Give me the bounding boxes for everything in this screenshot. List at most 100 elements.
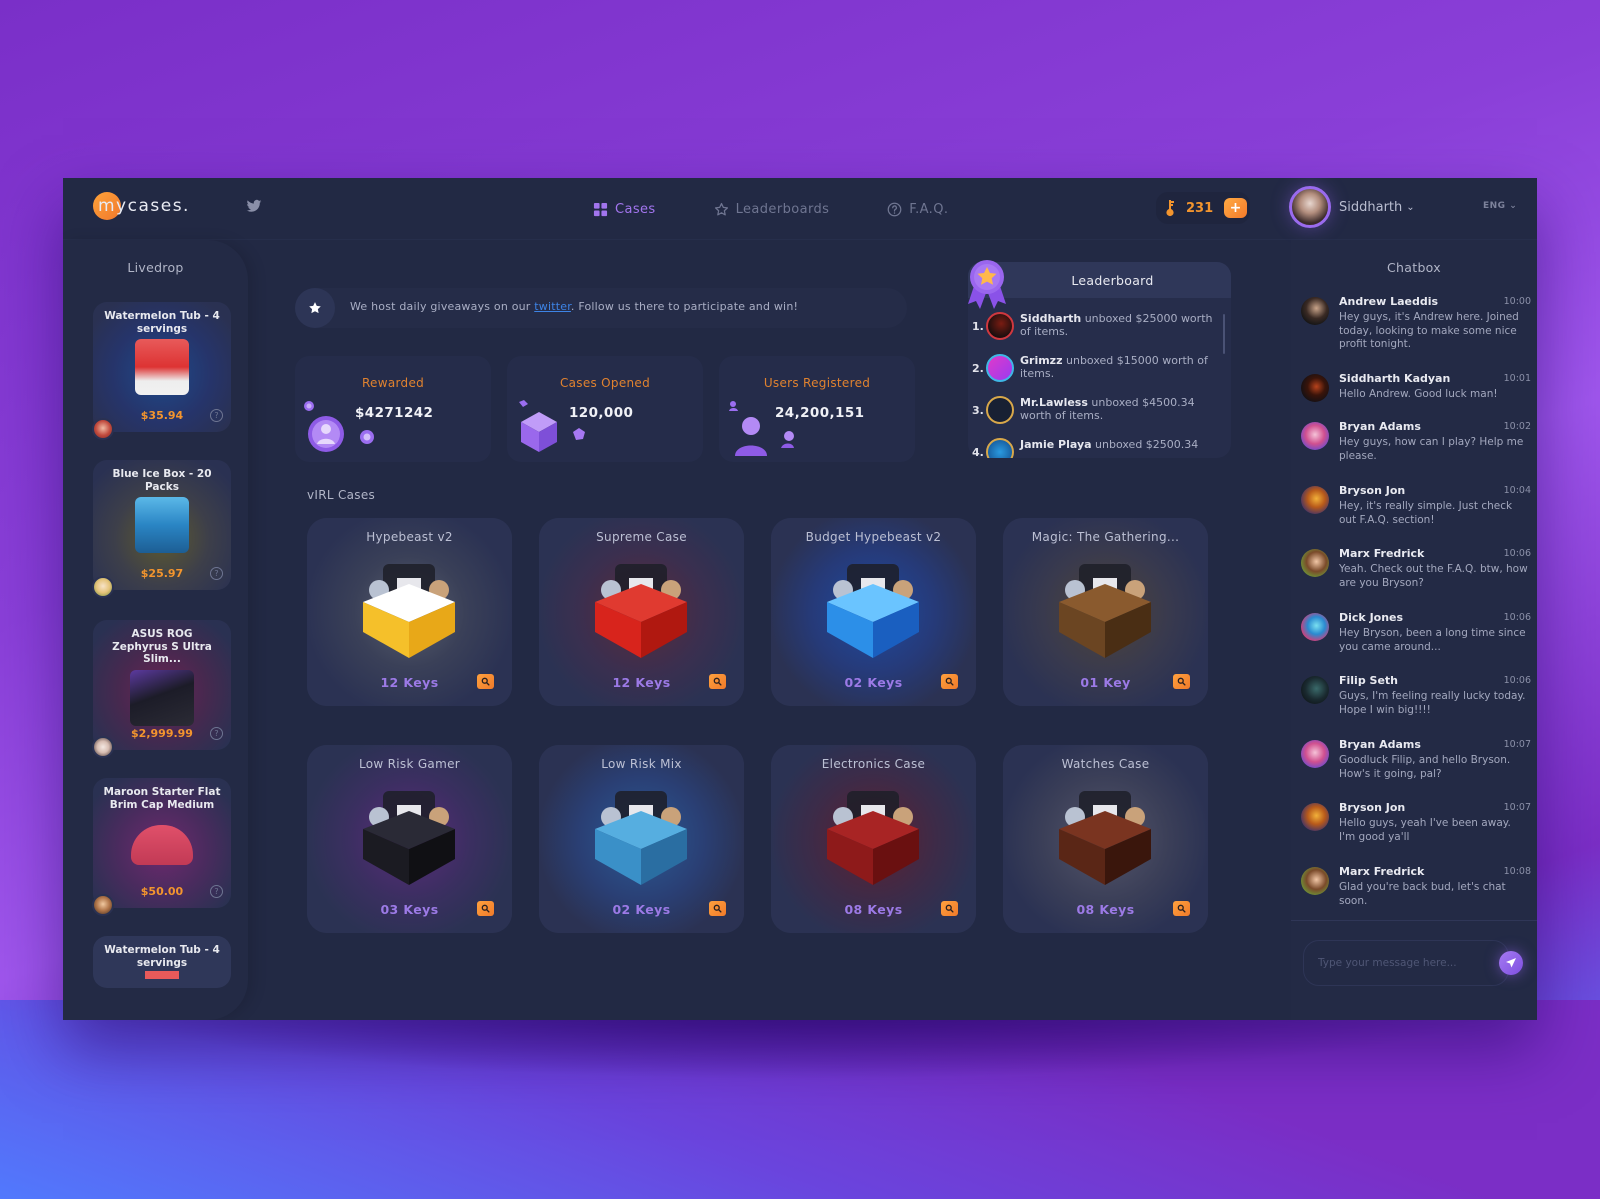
product-image <box>135 339 189 395</box>
chat-username[interactable]: Siddharth Kadyan <box>1339 372 1450 385</box>
leaderboard-avatar <box>986 438 1014 458</box>
chat-username[interactable]: Filip Seth <box>1339 674 1398 687</box>
banner-text-before: We host daily giveaways on our <box>350 300 535 313</box>
case-preview-button[interactable] <box>709 674 726 689</box>
livedrop-item[interactable]: Watermelon Tub - 4 servings $35.94 ? <box>92 302 231 440</box>
chat-avatar[interactable] <box>1301 803 1329 831</box>
nav-leaderboards[interactable]: Leaderboards <box>714 202 830 217</box>
chat-username[interactable]: Bryan Adams <box>1339 738 1421 751</box>
livedrop-title: Livedrop <box>127 260 184 275</box>
chat-text: Guys, I'm feeling really lucky today. Ho… <box>1339 690 1526 716</box>
help-icon[interactable]: ? <box>210 727 223 740</box>
case-box-image <box>595 791 687 885</box>
nav-faq[interactable]: F.A.Q. <box>887 202 948 217</box>
livedrop-item[interactable]: Maroon Starter Flat Brim Cap Medium $50.… <box>92 778 231 916</box>
user-menu[interactable]: Siddharth ⌄ <box>1289 186 1415 228</box>
magnifier-icon <box>481 904 490 913</box>
magnifier-icon <box>945 904 954 913</box>
nav-faq-label: F.A.Q. <box>909 201 949 217</box>
case-card[interactable]: Magic: The Gathering... 01 Key <box>1003 518 1208 706</box>
chat-avatar[interactable] <box>1301 374 1329 402</box>
add-coins-button[interactable]: + <box>1224 198 1247 218</box>
chat-timestamp: 10:08 <box>1503 866 1531 877</box>
case-preview-button[interactable] <box>941 674 958 689</box>
leaderboard-scrollbar[interactable] <box>1223 314 1225 354</box>
chat-avatar[interactable] <box>1301 422 1329 450</box>
case-card[interactable]: Hypebeast v2 12 Keys <box>307 518 512 706</box>
help-icon[interactable]: ? <box>210 409 223 422</box>
chat-username[interactable]: Marx Fredrick <box>1339 547 1424 560</box>
twitter-link[interactable]: twitter <box>534 300 571 313</box>
case-preview-button[interactable] <box>941 901 958 916</box>
star-icon <box>309 302 321 314</box>
product-image <box>131 825 193 865</box>
chat-message-input[interactable] <box>1303 940 1509 986</box>
case-card[interactable]: Watches Case 08 Keys <box>1003 745 1208 933</box>
main-nav: Cases Leaderboards F.A.Q. <box>593 178 948 240</box>
chat-avatar[interactable] <box>1301 613 1329 641</box>
send-message-button[interactable] <box>1499 951 1523 975</box>
chat-timestamp: 10:02 <box>1503 421 1531 432</box>
chat-text: Hey, it's really simple. Just check out … <box>1339 500 1513 526</box>
case-preview-button[interactable] <box>477 674 494 689</box>
logo[interactable]: mycases. <box>93 192 190 220</box>
leaderboard-row[interactable]: 1. Siddharth unboxed $25000 worth of ite… <box>968 312 1231 348</box>
case-card[interactable]: Budget Hypebeast v2 02 Keys <box>771 518 976 706</box>
livedrop-item-name: Blue Ice Box - 20 Packs <box>112 468 212 493</box>
chat-username[interactable]: Bryson Jon <box>1339 484 1405 497</box>
help-icon[interactable]: ? <box>210 885 223 898</box>
case-card[interactable]: Electronics Case 08 Keys <box>771 745 976 933</box>
leaderboard-row[interactable]: 4. Jamie Playa unboxed $2500.34 <box>968 438 1231 458</box>
language-selector[interactable]: ENG ⌄ <box>1483 201 1517 211</box>
case-box-image <box>1059 564 1151 658</box>
leaderboard-row[interactable]: 3. Mr.Lawless unboxed $4500.34 worth of … <box>968 396 1231 432</box>
chat-username[interactable]: Dick Jones <box>1339 611 1403 624</box>
chat-text: Goodluck Filip, and hello Bryson. How's … <box>1339 754 1511 780</box>
case-preview-button[interactable] <box>477 901 494 916</box>
magnifier-icon <box>713 677 722 686</box>
chat-username[interactable]: Bryson Jon <box>1339 801 1405 814</box>
chat-username[interactable]: Marx Fredrick <box>1339 865 1424 878</box>
chat-username[interactable]: Bryan Adams <box>1339 420 1421 433</box>
chat-timestamp: 10:04 <box>1503 485 1531 496</box>
leaderboard-avatar <box>986 312 1014 340</box>
chat-username[interactable]: Andrew Laeddis <box>1339 295 1438 308</box>
case-name: Low Risk Mix <box>601 757 682 771</box>
leaderboard-name: Siddharth <box>1020 312 1082 325</box>
help-icon[interactable]: ? <box>210 567 223 580</box>
chat-avatar[interactable] <box>1301 676 1329 704</box>
chat-avatar[interactable] <box>1301 867 1329 895</box>
stat-users-registered: Users Registered 24,200,151 <box>719 356 915 462</box>
chat-avatar[interactable] <box>1301 486 1329 514</box>
case-card[interactable]: Supreme Case 12 Keys <box>539 518 744 706</box>
case-name: Low Risk Gamer <box>359 757 460 771</box>
send-icon <box>1506 958 1516 968</box>
case-card[interactable]: Low Risk Gamer 03 Keys <box>307 745 512 933</box>
user-avatar[interactable] <box>1289 186 1331 228</box>
chat-timestamp: 10:06 <box>1503 612 1531 623</box>
nav-cases-label: Cases <box>615 201 656 217</box>
chat-avatar[interactable] <box>1301 549 1329 577</box>
chat-timestamp: 10:01 <box>1503 373 1531 384</box>
twitter-icon[interactable] <box>246 198 262 214</box>
leaderboard-avatar <box>986 396 1014 424</box>
chat-text: Glad you're back bud, let's chat soon. <box>1339 881 1506 907</box>
livedrop-item[interactable]: ASUS ROG Zephyrus S Ultra Slim... $2,999… <box>92 620 231 758</box>
case-name: Watches Case <box>1061 757 1150 771</box>
case-card[interactable]: Low Risk Mix 02 Keys <box>539 745 744 933</box>
chat-avatar[interactable] <box>1301 740 1329 768</box>
livedrop-item[interactable]: Watermelon Tub - 4 servings <box>93 936 231 988</box>
case-preview-button[interactable] <box>1173 901 1190 916</box>
livedrop-item[interactable]: Blue Ice Box - 20 Packs $25.97 ? <box>92 460 231 598</box>
magnifier-icon <box>713 904 722 913</box>
chat-text: Hello Andrew. Good luck man! <box>1339 388 1498 400</box>
winner-avatar <box>92 418 114 440</box>
case-preview-button[interactable] <box>1173 674 1190 689</box>
leaderboard-name: Mr.Lawless <box>1020 396 1088 409</box>
case-name: Magic: The Gathering... <box>1031 530 1180 544</box>
nav-cases[interactable]: Cases <box>593 202 656 217</box>
case-preview-button[interactable] <box>709 901 726 916</box>
chat-avatar[interactable] <box>1301 297 1329 325</box>
leaderboard-row[interactable]: 2. Grimzz unboxed $15000 worth of items. <box>968 354 1231 390</box>
top-header: mycases. Cases Leaderboards F.A.Q. 231 +… <box>63 178 1537 240</box>
